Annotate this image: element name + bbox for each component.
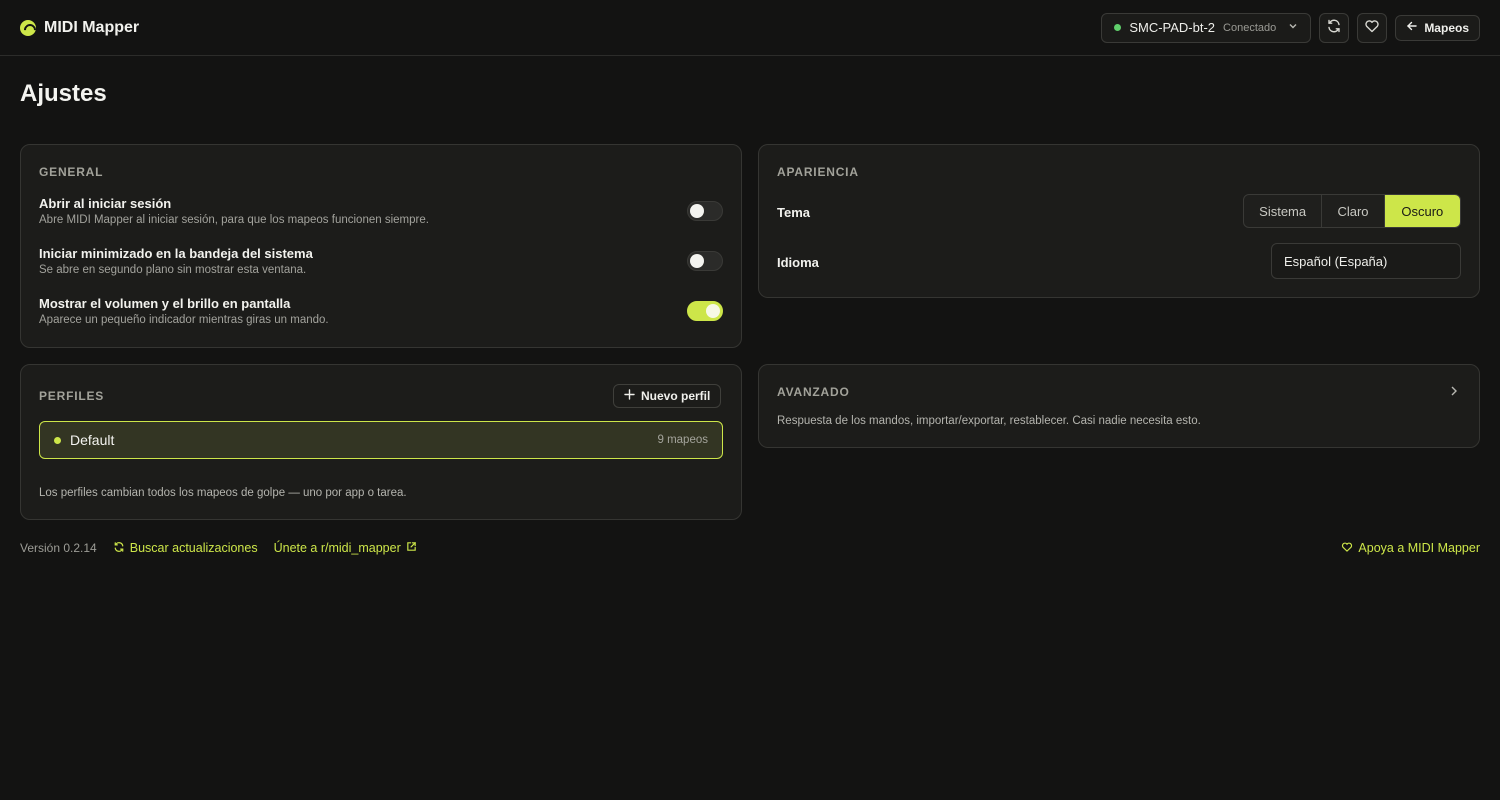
advanced-heading: AVANZADO — [777, 385, 850, 399]
heart-icon — [1364, 18, 1380, 37]
start-minimized-toggle[interactable] — [687, 251, 723, 271]
show-osd-toggle[interactable] — [687, 301, 723, 321]
profile-info: Default — [54, 432, 114, 448]
theme-label: Tema — [777, 205, 810, 220]
setting-row-open-at-login: Abrir al iniciar sesión Abre MIDI Mapper… — [39, 196, 659, 226]
general-card: GENERAL Abrir al iniciar sesión Abre MID… — [20, 144, 742, 348]
setting-row-show-osd: Mostrar el volumen y el brillo en pantal… — [39, 296, 659, 326]
community-label: Únete a r/midi_mapper — [273, 541, 401, 555]
language-label: Idioma — [777, 255, 819, 270]
general-heading: GENERAL — [39, 165, 104, 179]
brand: MIDI Mapper — [20, 19, 139, 37]
toggle-knob — [706, 304, 720, 318]
new-profile-label: Nuevo perfil — [641, 389, 711, 403]
page-title: Ajustes — [20, 80, 107, 107]
profiles-heading: PERFILES — [39, 389, 105, 403]
toggle-knob — [690, 254, 704, 268]
app-title: MIDI Mapper — [44, 18, 140, 36]
appearance-card: APARIENCIA Tema Sistema Claro Oscuro Idi… — [758, 144, 1480, 298]
device-name: SMC-PAD-bt-2 — [1129, 20, 1216, 35]
profiles-note: Los perfiles cambian todos los mapeos de… — [39, 487, 407, 499]
profile-item[interactable]: Default 9 mapeos — [39, 421, 723, 459]
community-link[interactable]: Únete a r/midi_mapper — [274, 541, 417, 555]
theme-option-system[interactable]: Sistema — [1244, 195, 1323, 227]
setting-title: Abrir al iniciar sesión — [39, 196, 172, 211]
top-actions: SMC-PAD-bt-2 Conectado Mapeos — [1101, 12, 1480, 43]
favorite-button[interactable] — [1357, 12, 1388, 43]
refresh-icon — [1326, 18, 1342, 37]
open-at-login-toggle[interactable] — [687, 201, 723, 221]
device-selector[interactable]: SMC-PAD-bt-2 Conectado — [1101, 12, 1312, 43]
support-label: Apoya a MIDI Mapper — [1358, 541, 1480, 555]
setting-description: Abre MIDI Mapper al iniciar sesión, para… — [39, 214, 429, 226]
setting-title: Mostrar el volumen y el brillo en pantal… — [39, 296, 291, 311]
profile-name: Default — [70, 432, 115, 448]
active-profile-dot — [54, 436, 61, 444]
setting-description: Se abre en segundo plano sin mostrar est… — [39, 264, 307, 276]
support-link[interactable]: Apoya a MIDI Mapper — [1341, 541, 1480, 556]
theme-segmented-control: Sistema Claro Oscuro — [1243, 194, 1461, 228]
top-bar: MIDI Mapper SMC-PAD-bt-2 Conectado Mapeo… — [0, 0, 1500, 56]
refresh-button[interactable] — [1319, 12, 1350, 43]
theme-option-dark[interactable]: Oscuro — [1384, 195, 1460, 227]
app-logo-icon — [20, 19, 36, 36]
check-updates-label: Buscar actualizaciones — [129, 541, 258, 555]
check-updates-link[interactable]: Buscar actualizaciones — [113, 541, 258, 556]
setting-description: Aparece un pequeño indicador mientras gi… — [39, 314, 329, 326]
setting-title: Iniciar minimizado en la bandeja del sis… — [39, 246, 313, 261]
theme-option-light[interactable]: Claro — [1322, 195, 1385, 227]
profiles-card: PERFILES Nuevo perfil Default 9 mapeos L… — [20, 364, 742, 520]
external-link-icon — [406, 541, 417, 555]
connection-status-dot — [1114, 24, 1122, 31]
profile-mapping-count: 9 mapeos — [657, 434, 708, 446]
advanced-card[interactable]: AVANZADO Respuesta de los mandos, import… — [758, 364, 1480, 448]
footer: Versión 0.2.14 Buscar actualizaciones Ún… — [20, 538, 1480, 558]
arrow-left-icon — [1406, 20, 1418, 35]
footer-left: Versión 0.2.14 Buscar actualizaciones Ún… — [20, 541, 417, 556]
toggle-knob — [690, 204, 704, 218]
chevron-right-icon — [1449, 385, 1459, 400]
advanced-description: Respuesta de los mandos, importar/export… — [777, 415, 1201, 427]
new-profile-button[interactable]: Nuevo perfil — [613, 384, 722, 408]
plus-icon — [624, 389, 635, 403]
setting-row-start-minimized: Iniciar minimizado en la bandeja del sis… — [39, 246, 659, 276]
version-label: Versión 0.2.14 — [20, 541, 97, 555]
chevron-down-icon — [1288, 21, 1298, 34]
back-button-label: Mapeos — [1424, 20, 1469, 35]
language-select[interactable]: Español (España) — [1271, 243, 1461, 279]
appearance-heading: APARIENCIA — [777, 165, 859, 179]
back-to-mappings-button[interactable]: Mapeos — [1395, 14, 1480, 41]
refresh-icon — [113, 541, 125, 556]
heart-icon — [1341, 541, 1353, 556]
device-status: Conectado — [1223, 21, 1277, 34]
